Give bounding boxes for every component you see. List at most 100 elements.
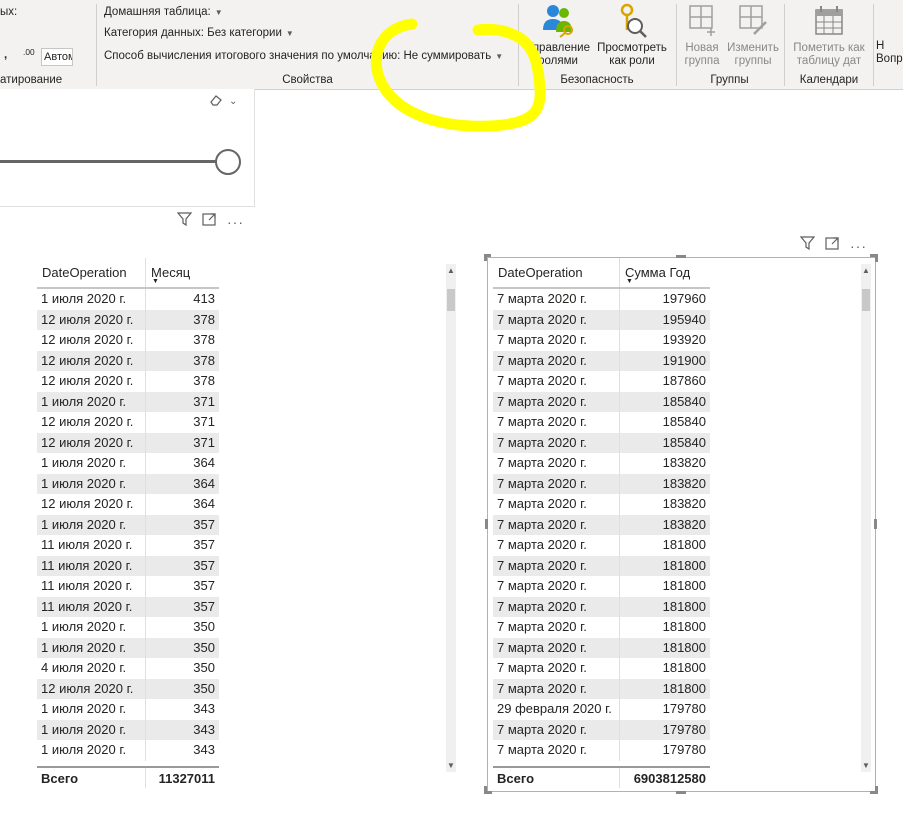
- scroll-up-icon[interactable]: ▲: [861, 266, 871, 275]
- table-row[interactable]: 12 июля 2020 г. 378: [37, 330, 219, 351]
- more-options-icon[interactable]: ···: [850, 239, 867, 253]
- table-row[interactable]: 11 июля 2020 г. 357: [37, 555, 219, 576]
- table-row[interactable]: 1 июля 2020 г. 350: [37, 637, 219, 658]
- column-header-dateoperation[interactable]: DateOperation: [37, 258, 146, 287]
- table-row[interactable]: 7 марта 2020 г. 191900: [493, 350, 710, 371]
- table-row[interactable]: 12 июля 2020 г. 350: [37, 678, 219, 699]
- table-row[interactable]: 29 февраля 2020 г. 179780: [493, 699, 710, 720]
- focus-mode-icon[interactable]: [825, 236, 840, 255]
- resize-handle[interactable]: [875, 254, 878, 262]
- mark-as-date-table-button[interactable]: Пометить как таблицу дат: [785, 2, 873, 68]
- table-row[interactable]: 7 марта 2020 г. 181800: [493, 637, 710, 658]
- table-row[interactable]: 7 марта 2020 г. 181800: [493, 555, 710, 576]
- table-row[interactable]: 7 марта 2020 г. 195940: [493, 309, 710, 330]
- edit-groups-button[interactable]: Изменить группы: [725, 2, 781, 68]
- table-row[interactable]: 7 марта 2020 г. 185840: [493, 412, 710, 433]
- date-cell: 7 марта 2020 г.: [493, 289, 620, 310]
- table-row[interactable]: 12 июля 2020 г. 378: [37, 309, 219, 330]
- column-header-dateoperation[interactable]: DateOperation: [493, 258, 620, 287]
- table-row[interactable]: 7 марта 2020 г. 183820: [493, 453, 710, 474]
- column-header-month[interactable]: Месяц ▼: [146, 258, 219, 287]
- date-cell: 12 июля 2020 г.: [37, 494, 146, 515]
- manage-roles-icon: [543, 5, 573, 38]
- resize-handle[interactable]: [484, 254, 487, 261]
- table-row[interactable]: 7 марта 2020 г. 179780: [493, 740, 710, 761]
- table-row[interactable]: 1 июля 2020 г. 357: [37, 514, 219, 535]
- table-row[interactable]: 12 июля 2020 г. 371: [37, 432, 219, 453]
- date-cell: 7 марта 2020 г.: [493, 309, 620, 330]
- table-row[interactable]: 1 июля 2020 г. 364: [37, 473, 219, 494]
- table-row[interactable]: 7 марта 2020 г. 183820: [493, 473, 710, 494]
- date-slicer[interactable]: ⌄: [0, 89, 255, 207]
- table-row[interactable]: 7 марта 2020 г. 193920: [493, 330, 710, 351]
- table-row[interactable]: 1 июля 2020 г. 343: [37, 719, 219, 740]
- more-options-icon[interactable]: ···: [227, 215, 244, 229]
- table-row[interactable]: 11 июля 2020 г. 357: [37, 535, 219, 556]
- table-row[interactable]: 4 июля 2020 г. 350: [37, 658, 219, 679]
- value-cell: 364: [193, 475, 215, 491]
- eraser-icon[interactable]: [209, 94, 223, 106]
- new-group-button[interactable]: Новая группа: [679, 2, 725, 68]
- partial-top-label: ых:: [0, 6, 18, 18]
- table-row[interactable]: 7 марта 2020 г. 185840: [493, 391, 710, 412]
- table-row[interactable]: 7 марта 2020 г. 181800: [493, 576, 710, 597]
- table-row[interactable]: 7 марта 2020 г. 181800: [493, 617, 710, 638]
- table-row[interactable]: 1 июля 2020 г. 350: [37, 617, 219, 638]
- chevron-down-icon: ▼: [495, 52, 504, 61]
- view-as-roles-button[interactable]: Просмотреть как роли: [593, 2, 671, 68]
- scrollbar-thumb[interactable]: [447, 289, 455, 311]
- table-row[interactable]: 1 июля 2020 г. 343: [37, 740, 219, 761]
- decimal-places-field[interactable]: Автом: [41, 48, 73, 66]
- table-row[interactable]: 12 июля 2020 г. 378: [37, 371, 219, 392]
- table-row[interactable]: 12 июля 2020 г. 364: [37, 494, 219, 515]
- table-row[interactable]: 7 марта 2020 г. 197960: [493, 289, 710, 310]
- table-row[interactable]: 7 марта 2020 г. 181800: [493, 678, 710, 699]
- summarization-dropdown[interactable]: Способ вычисления итогового значения по …: [104, 50, 503, 62]
- right-table-scrollbar[interactable]: ▲ ▼: [861, 264, 871, 772]
- resize-handle[interactable]: [875, 786, 878, 794]
- slider-handle[interactable]: [215, 149, 241, 175]
- table-row[interactable]: 7 марта 2020 г. 187860: [493, 371, 710, 392]
- qa-setup-button[interactable]: Н Вопро: [876, 40, 903, 66]
- table-row[interactable]: 7 марта 2020 г. 183820: [493, 494, 710, 515]
- resize-handle[interactable]: [485, 519, 488, 529]
- data-category-dropdown[interactable]: Категория данных: Без категории ▼: [104, 27, 294, 39]
- table-row[interactable]: 11 июля 2020 г. 357: [37, 596, 219, 617]
- resize-handle[interactable]: [484, 786, 487, 794]
- table-row[interactable]: 12 июля 2020 г. 378: [37, 350, 219, 371]
- value-cell: 181800: [662, 537, 706, 552]
- comma-style-button[interactable]: ,: [4, 49, 7, 61]
- right-table-visual[interactable]: DateOperation Сумма Год ▼ 7 марта 2020 г…: [493, 258, 710, 792]
- value-cell: 181800: [662, 680, 706, 696]
- table-row[interactable]: 7 марта 2020 г. 179780: [493, 719, 710, 740]
- sort-descending-icon: ▼: [626, 278, 633, 285]
- table-row[interactable]: 1 июля 2020 г. 343: [37, 699, 219, 720]
- table-row[interactable]: 1 июля 2020 г. 413: [37, 289, 219, 310]
- table-row[interactable]: 1 июля 2020 г. 364: [37, 453, 219, 474]
- table-row[interactable]: 7 марта 2020 г. 185840: [493, 432, 710, 453]
- home-table-dropdown[interactable]: Домашняя таблица: ▼: [104, 6, 223, 18]
- left-table-scrollbar[interactable]: ▲ ▼: [446, 264, 456, 772]
- column-header-year-sum[interactable]: Сумма Год ▼: [620, 258, 710, 287]
- focus-mode-icon[interactable]: [202, 212, 217, 231]
- scroll-up-icon[interactable]: ▲: [446, 266, 456, 275]
- table-row[interactable]: 7 марта 2020 г. 181800: [493, 658, 710, 679]
- table-row[interactable]: 7 марта 2020 г. 181800: [493, 596, 710, 617]
- filter-icon[interactable]: [176, 212, 193, 231]
- scroll-down-icon[interactable]: ▼: [861, 761, 871, 770]
- scroll-down-icon[interactable]: ▼: [446, 761, 456, 770]
- manage-roles-button[interactable]: Управление ролями: [523, 2, 593, 68]
- value-cell: 183820: [662, 516, 706, 532]
- table-row[interactable]: 7 марта 2020 г. 181800: [493, 535, 710, 556]
- resize-handle[interactable]: [874, 519, 877, 529]
- table-row[interactable]: 7 марта 2020 г. 183820: [493, 514, 710, 535]
- scrollbar-thumb[interactable]: [862, 289, 870, 311]
- left-table-visual[interactable]: DateOperation Месяц ▼ 1 июля 2020 г. 413 1…: [37, 258, 219, 792]
- slider-track[interactable]: [0, 160, 229, 163]
- table-row[interactable]: 11 июля 2020 г. 357: [37, 576, 219, 597]
- filter-icon[interactable]: [799, 236, 816, 255]
- chevron-down-icon[interactable]: ⌄: [229, 96, 237, 107]
- table-row[interactable]: 1 июля 2020 г. 371: [37, 391, 219, 412]
- table-row[interactable]: 12 июля 2020 г. 371: [37, 412, 219, 433]
- decimal-places-icon[interactable]: .00: [23, 47, 35, 62]
